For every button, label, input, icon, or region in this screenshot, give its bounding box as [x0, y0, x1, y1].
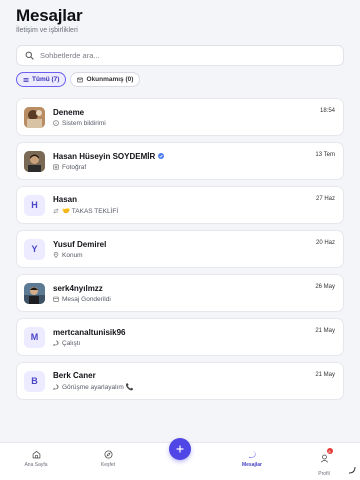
avatar [24, 282, 45, 304]
chat-icon [53, 384, 59, 390]
contact-name: Berk Caner [53, 371, 96, 380]
conversation-item-yusuf-demirel[interactable]: Y Yusuf Demirel Konum 20 Haz [16, 230, 344, 268]
contact-name: Hasan Hüseyin SOYDEMİR [53, 151, 156, 161]
message-date: 27 Haz [315, 196, 335, 202]
image-icon [53, 164, 59, 170]
nav-explore-label: Keşfet [100, 462, 116, 468]
message-preview: Konum [62, 251, 83, 259]
list-icon [23, 77, 29, 82]
message-preview: Fotoğraf [62, 163, 87, 171]
notification-badge: 8 [326, 448, 333, 454]
page-title: Mesajlar [16, 6, 83, 25]
nav-profile-label: Profil [318, 471, 330, 477]
home-icon [32, 450, 40, 459]
nav-messages[interactable]: Mesajlar [227, 450, 277, 468]
plus-icon [176, 445, 184, 453]
verified-badge-icon [158, 153, 165, 159]
message-preview: Sistem bildirimi [62, 119, 106, 127]
nav-messages-label: Mesajlar [241, 462, 262, 468]
contact-name: Deneme [53, 107, 85, 117]
conversation-item-berk-caner[interactable]: B Berk Caner Görüşme ayarlayalım 📞 21 Ma… [16, 362, 344, 400]
filter-all-chip[interactable]: Tümü (7) [16, 72, 67, 87]
location-icon [53, 252, 59, 258]
message-date: 18:54 [319, 108, 335, 114]
search-bar[interactable] [16, 45, 344, 66]
conversation-item-mertcanaltunisik96[interactable]: M mertcanaltunisik96 Çalıştı 21 May [16, 318, 344, 356]
filter-unread-chip[interactable]: Okunmamış (0) [70, 72, 141, 87]
swap-icon [53, 208, 59, 214]
nav-explore[interactable]: Keşfet [83, 450, 133, 468]
mail-icon [77, 77, 84, 82]
avatar: B [24, 370, 45, 392]
message-date: 13 Tem [315, 152, 335, 158]
message-preview: 🤝 TAKAS TEKLİFİ [62, 208, 119, 215]
message-preview: Çalıştı [62, 339, 81, 347]
resize-handle-icon [348, 466, 356, 474]
nav-profile[interactable]: 8 Profil [299, 448, 349, 477]
chat-icon [53, 340, 59, 346]
conversation-list: Deneme Sistem bildirimi 18:54 Hasan Hüse… [16, 98, 344, 400]
filter-unread-label: Okunmamış (0) [86, 76, 134, 83]
filter-chips: Tümü (7) Okunmamış (0) [16, 72, 344, 87]
new-message-button[interactable] [169, 438, 191, 460]
contact-name: Hasan [53, 195, 78, 204]
chat-bubble-icon [248, 450, 256, 459]
page-subtitle: İletişim ve işbirlikleri [16, 27, 78, 34]
nav-home[interactable]: Ana Sayfa [11, 450, 61, 468]
conversation-item-hasan[interactable]: H Hasan 🤝 TAKAS TEKLİFİ 27 Haz [16, 186, 344, 224]
search-input[interactable] [40, 51, 335, 60]
avatar [24, 150, 45, 172]
message-preview: Mesaj Gonderildi [62, 295, 111, 303]
filter-all-label: Tümü (7) [32, 76, 60, 83]
avatar: H [24, 194, 45, 216]
contact-name: Yusuf Demirel [53, 239, 107, 249]
contact-name: serk4nyılmzz [53, 283, 103, 293]
contact-name: mertcanaltunisik96 [53, 327, 126, 337]
info-icon [53, 120, 59, 126]
search-icon [25, 51, 34, 60]
user-icon [320, 454, 328, 463]
message-date: 20 Haz [315, 240, 335, 246]
conversation-item-hasan-huseyin[interactable]: Hasan Hüseyin SOYDEMİR Fotoğraf 13 Tem [16, 142, 344, 180]
calendar-icon [53, 296, 59, 302]
message-preview: Görüşme ayarlayalım 📞 [62, 384, 134, 391]
avatar: M [24, 326, 45, 348]
nav-home-label: Ana Sayfa [24, 462, 48, 468]
conversation-item-deneme[interactable]: Deneme Sistem bildirimi 18:54 [16, 98, 344, 136]
avatar: Y [24, 238, 45, 260]
conversation-item-serk4nyilmzz[interactable]: serk4nyılmzz Mesaj Gonderildi 26 May [16, 274, 344, 312]
message-date: 26 May [315, 284, 335, 290]
header: Mesajlar İletişim ve işbirlikleri [0, 0, 360, 34]
avatar [24, 106, 45, 128]
message-date: 21 May [315, 372, 335, 378]
message-date: 21 May [315, 328, 335, 334]
compass-icon [103, 450, 113, 459]
